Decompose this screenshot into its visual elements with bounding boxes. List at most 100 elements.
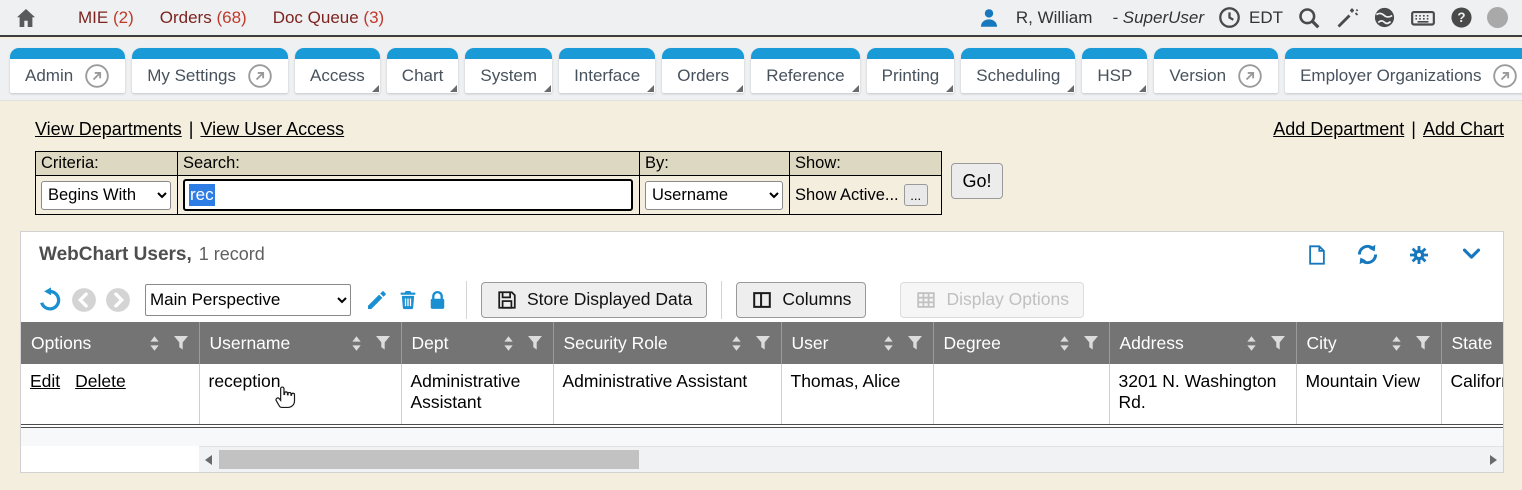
keyboard-button[interactable] <box>1410 5 1436 31</box>
tab-scheduling[interactable]: Scheduling <box>961 48 1075 93</box>
delete-perspective-button[interactable] <box>397 288 419 312</box>
previous-button[interactable] <box>71 287 97 313</box>
sort-icon[interactable] <box>1390 335 1403 352</box>
sort-icon[interactable] <box>502 335 515 352</box>
settings-button[interactable] <box>1407 243 1431 267</box>
help-button[interactable]: ? <box>1450 6 1473 29</box>
by-select[interactable]: Username <box>645 181 783 210</box>
perspective-select[interactable]: Main Perspective <box>145 284 351 316</box>
avatar[interactable] <box>1487 7 1508 28</box>
criteria-select[interactable]: Begins With <box>41 181 171 210</box>
scroll-left-arrow[interactable] <box>205 455 212 465</box>
edit-perspective-button[interactable] <box>365 288 389 312</box>
filter-icon[interactable] <box>755 335 771 351</box>
scrollbar-track[interactable] <box>199 446 1503 472</box>
scroll-right-arrow[interactable] <box>1490 455 1497 465</box>
collapse-panel-button[interactable] <box>1458 244 1485 265</box>
clock-button[interactable] <box>1218 6 1241 29</box>
filter-icon[interactable] <box>907 335 923 351</box>
filter-icon[interactable] <box>375 335 391 351</box>
next-button[interactable] <box>105 287 131 313</box>
sort-icon[interactable] <box>350 335 363 352</box>
tab-orders[interactable]: Orders <box>662 48 744 93</box>
column-header-dept[interactable]: Dept <box>401 322 553 364</box>
column-header-city[interactable]: City <box>1296 322 1441 364</box>
magic-wand-icon <box>1335 6 1359 30</box>
nav-orders[interactable]: Orders (68) <box>160 8 247 28</box>
submenu-corner-icon <box>736 85 743 92</box>
tab-access[interactable]: Access <box>295 48 380 93</box>
column-label: Security Role <box>564 333 668 354</box>
view-departments-link[interactable]: View Departments <box>35 119 182 139</box>
reset-button[interactable] <box>37 287 63 313</box>
column-header-user[interactable]: User <box>781 322 933 364</box>
tab-system[interactable]: System <box>465 48 552 93</box>
filter-icon[interactable] <box>1270 335 1286 351</box>
edit-link[interactable]: Edit <box>30 371 60 391</box>
nav-mie[interactable]: MIE (2) <box>78 8 134 28</box>
column-header-options[interactable]: Options <box>21 322 199 364</box>
sort-icon[interactable] <box>148 335 161 352</box>
show-options-button[interactable]: ... <box>904 184 928 206</box>
search-input[interactable]: rec <box>183 179 633 211</box>
tab-hsp[interactable]: HSP <box>1082 48 1147 93</box>
tab-label: My Settings <box>147 66 236 86</box>
tab-chart[interactable]: Chart <box>387 48 459 93</box>
globe-button[interactable] <box>1373 6 1396 29</box>
tab-label: Access <box>310 66 365 86</box>
tab-reference[interactable]: Reference <box>751 48 859 93</box>
external-link-icon[interactable] <box>84 63 110 89</box>
column-label: Degree <box>944 333 1001 354</box>
record-count: 1 record <box>199 244 265 265</box>
filter-icon[interactable] <box>173 335 189 351</box>
globe-icon <box>1373 6 1396 29</box>
column-header-state[interactable]: State <box>1441 322 1503 364</box>
column-header-security-role[interactable]: Security Role <box>553 322 781 364</box>
by-header: By: <box>640 152 790 176</box>
filter-icon[interactable] <box>1415 335 1431 351</box>
tab-my-settings[interactable]: My Settings <box>132 48 288 93</box>
selected-search-text: rec <box>189 184 215 206</box>
column-header-username[interactable]: Username <box>199 322 401 364</box>
scrollbar-thumb[interactable] <box>219 450 639 469</box>
filter-icon[interactable] <box>1083 335 1099 351</box>
sort-icon[interactable] <box>1245 335 1258 352</box>
columns-button[interactable]: Columns <box>736 282 866 318</box>
filter-icon[interactable] <box>527 335 543 351</box>
refresh-icon <box>1355 242 1380 267</box>
grid-toolbar: Main Perspective Store Displayed Data Co… <box>21 277 1503 322</box>
store-displayed-data-button[interactable]: Store Displayed Data <box>481 282 707 318</box>
timezone-label: EDT <box>1249 8 1283 28</box>
sort-icon[interactable] <box>730 335 743 352</box>
search-icon <box>1297 6 1321 30</box>
table-row: EditDelete reception Administrative Assi… <box>21 364 1503 424</box>
tab-printing[interactable]: Printing <box>867 48 955 93</box>
sort-icon[interactable] <box>1058 335 1071 352</box>
home-button[interactable] <box>14 6 38 30</box>
view-user-access-link[interactable]: View User Access <box>200 119 344 139</box>
submenu-corner-icon <box>852 85 859 92</box>
go-button[interactable]: Go! <box>951 163 1003 199</box>
add-department-link[interactable]: Add Department <box>1273 119 1404 139</box>
column-header-address[interactable]: Address <box>1109 322 1296 364</box>
cell-user: Thomas, Alice <box>781 364 933 424</box>
tab-employer-organizations[interactable]: Employer Organizations <box>1285 48 1522 93</box>
search-button[interactable] <box>1297 6 1321 30</box>
refresh-button[interactable] <box>1355 242 1380 267</box>
external-link-icon[interactable] <box>247 63 273 89</box>
tab-interface[interactable]: Interface <box>559 48 655 93</box>
new-report-button[interactable] <box>1306 243 1328 267</box>
add-chart-link[interactable]: Add Chart <box>1423 119 1504 139</box>
wand-button[interactable] <box>1335 6 1359 30</box>
nav-doc-queue[interactable]: Doc Queue (3) <box>273 8 385 28</box>
user-button[interactable] <box>978 7 1000 29</box>
tab-version[interactable]: Version <box>1154 48 1278 93</box>
external-link-icon[interactable] <box>1492 63 1518 89</box>
external-link-icon[interactable] <box>1237 63 1263 89</box>
columns-icon <box>751 289 773 311</box>
column-header-degree[interactable]: Degree <box>933 322 1109 364</box>
tab-admin[interactable]: Admin <box>10 48 125 93</box>
delete-link[interactable]: Delete <box>75 371 126 391</box>
lock-perspective-button[interactable] <box>427 288 448 312</box>
sort-icon[interactable] <box>882 335 895 352</box>
